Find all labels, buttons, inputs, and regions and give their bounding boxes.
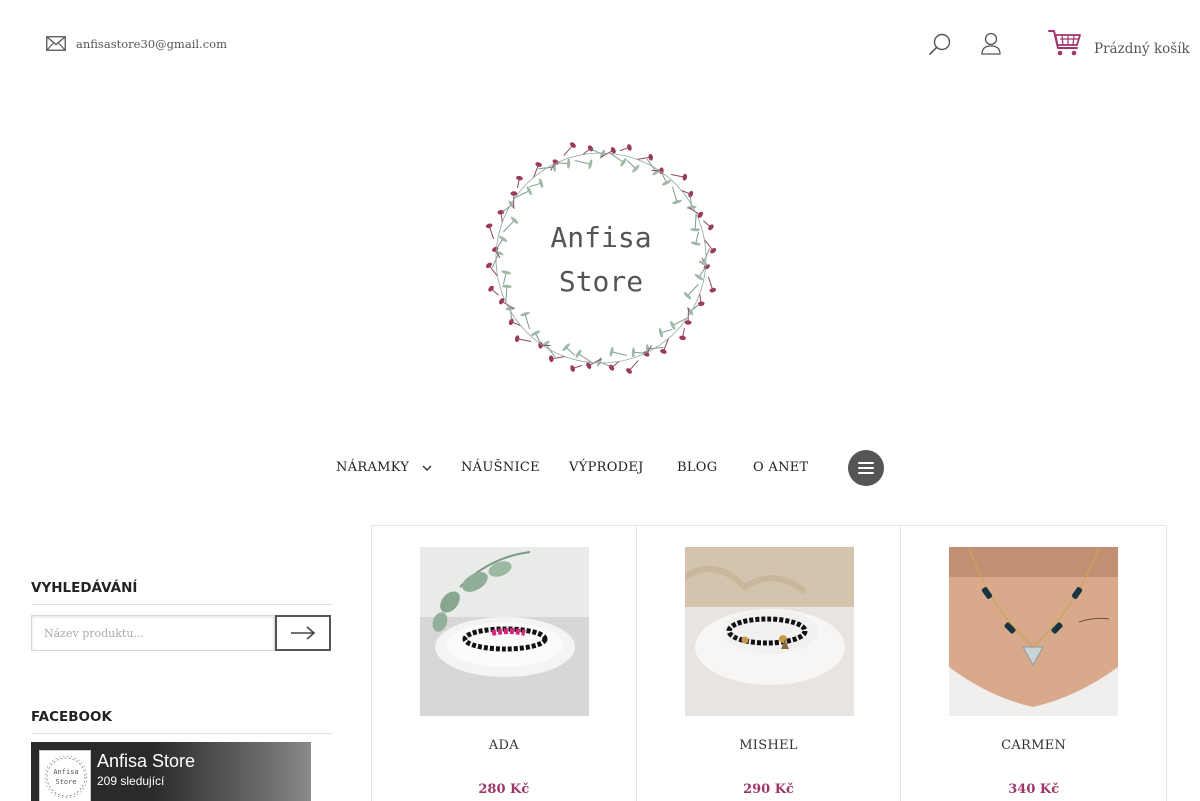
product-name[interactable]: MISHEL: [637, 738, 901, 753]
logo-text-line1: Anfisa: [550, 221, 652, 254]
nav-item-label: NÁRAMKY: [336, 460, 410, 475]
product-card[interactable]: CARMEN 340 Kč: [901, 526, 1166, 801]
nav-item-o-anet[interactable]: O ANET: [753, 460, 809, 475]
nav-item-vyprodej[interactable]: VÝPRODEJ: [569, 460, 644, 475]
product-search-input[interactable]: [31, 615, 275, 651]
product-card[interactable]: ADA 280 Kč: [372, 526, 637, 801]
arrow-right-icon: [291, 626, 316, 640]
search-icon[interactable]: [928, 32, 952, 56]
facebook-page-widget[interactable]: Anfisa Store Anfisa Store 209 sledující: [31, 742, 311, 801]
email-text: anfisastore30@gmail.com: [76, 36, 227, 51]
fb-thumb-line1: Anfisa: [53, 768, 79, 776]
store-logo[interactable]: Anfisa Store: [478, 135, 724, 381]
envelope-icon: [46, 36, 66, 51]
nav-item-naramky[interactable]: NÁRAMKY: [336, 460, 432, 475]
sidebar-search-form: [31, 615, 333, 651]
product-price: 290 Kč: [743, 782, 794, 797]
facebook-page-avatar: Anfisa Store: [39, 750, 91, 801]
product-grid: ADA 280 Kč MISHEL 290 Kč CARMEN 340 Kč: [371, 525, 1167, 801]
top-bar: anfisastore30@gmail.com Prázdný košík: [0, 0, 1200, 90]
contact-email[interactable]: anfisastore30@gmail.com: [46, 36, 227, 51]
product-card[interactable]: MISHEL 290 Kč: [637, 526, 902, 801]
product-image[interactable]: [949, 547, 1119, 716]
search-submit-button[interactable]: [275, 615, 331, 651]
product-name[interactable]: CARMEN: [901, 738, 1166, 753]
search-heading: VYHLEDÁVÁNÍ: [31, 580, 333, 605]
product-price: 340 Kč: [1008, 782, 1060, 797]
nav-item-blog[interactable]: BLOG: [677, 460, 717, 475]
logo-text-line2: Store: [558, 265, 644, 298]
product-name[interactable]: ADA: [372, 738, 636, 753]
main-navigation: NÁRAMKY NÁUŠNICE VÝPRODEJ BLOG O ANET: [0, 450, 1200, 486]
fb-thumb-line2: Store: [55, 778, 77, 786]
cart-label: Prázdný košík: [1094, 41, 1190, 57]
shopping-cart-icon: [1048, 30, 1081, 56]
product-image[interactable]: [420, 547, 589, 716]
facebook-followers: 209 sledující: [97, 774, 165, 788]
product-image[interactable]: [684, 547, 854, 716]
sidebar: VYHLEDÁVÁNÍ FACEBOOK Anfisa Store Anfisa…: [31, 580, 333, 801]
nav-item-nausnice[interactable]: NÁUŠNICE: [461, 460, 540, 475]
facebook-heading: FACEBOOK: [31, 709, 333, 734]
hamburger-menu-icon[interactable]: [848, 450, 884, 486]
user-account-icon[interactable]: [980, 32, 1002, 56]
wreath-thumbnail-icon: [44, 755, 88, 799]
facebook-page-name: Anfisa Store: [97, 751, 196, 771]
chevron-down-icon: [422, 465, 432, 471]
cart-button[interactable]: Prázdný košík: [1048, 28, 1190, 58]
product-price: 280 Kč: [478, 782, 530, 797]
lavender-wreath-icon: [485, 142, 717, 374]
